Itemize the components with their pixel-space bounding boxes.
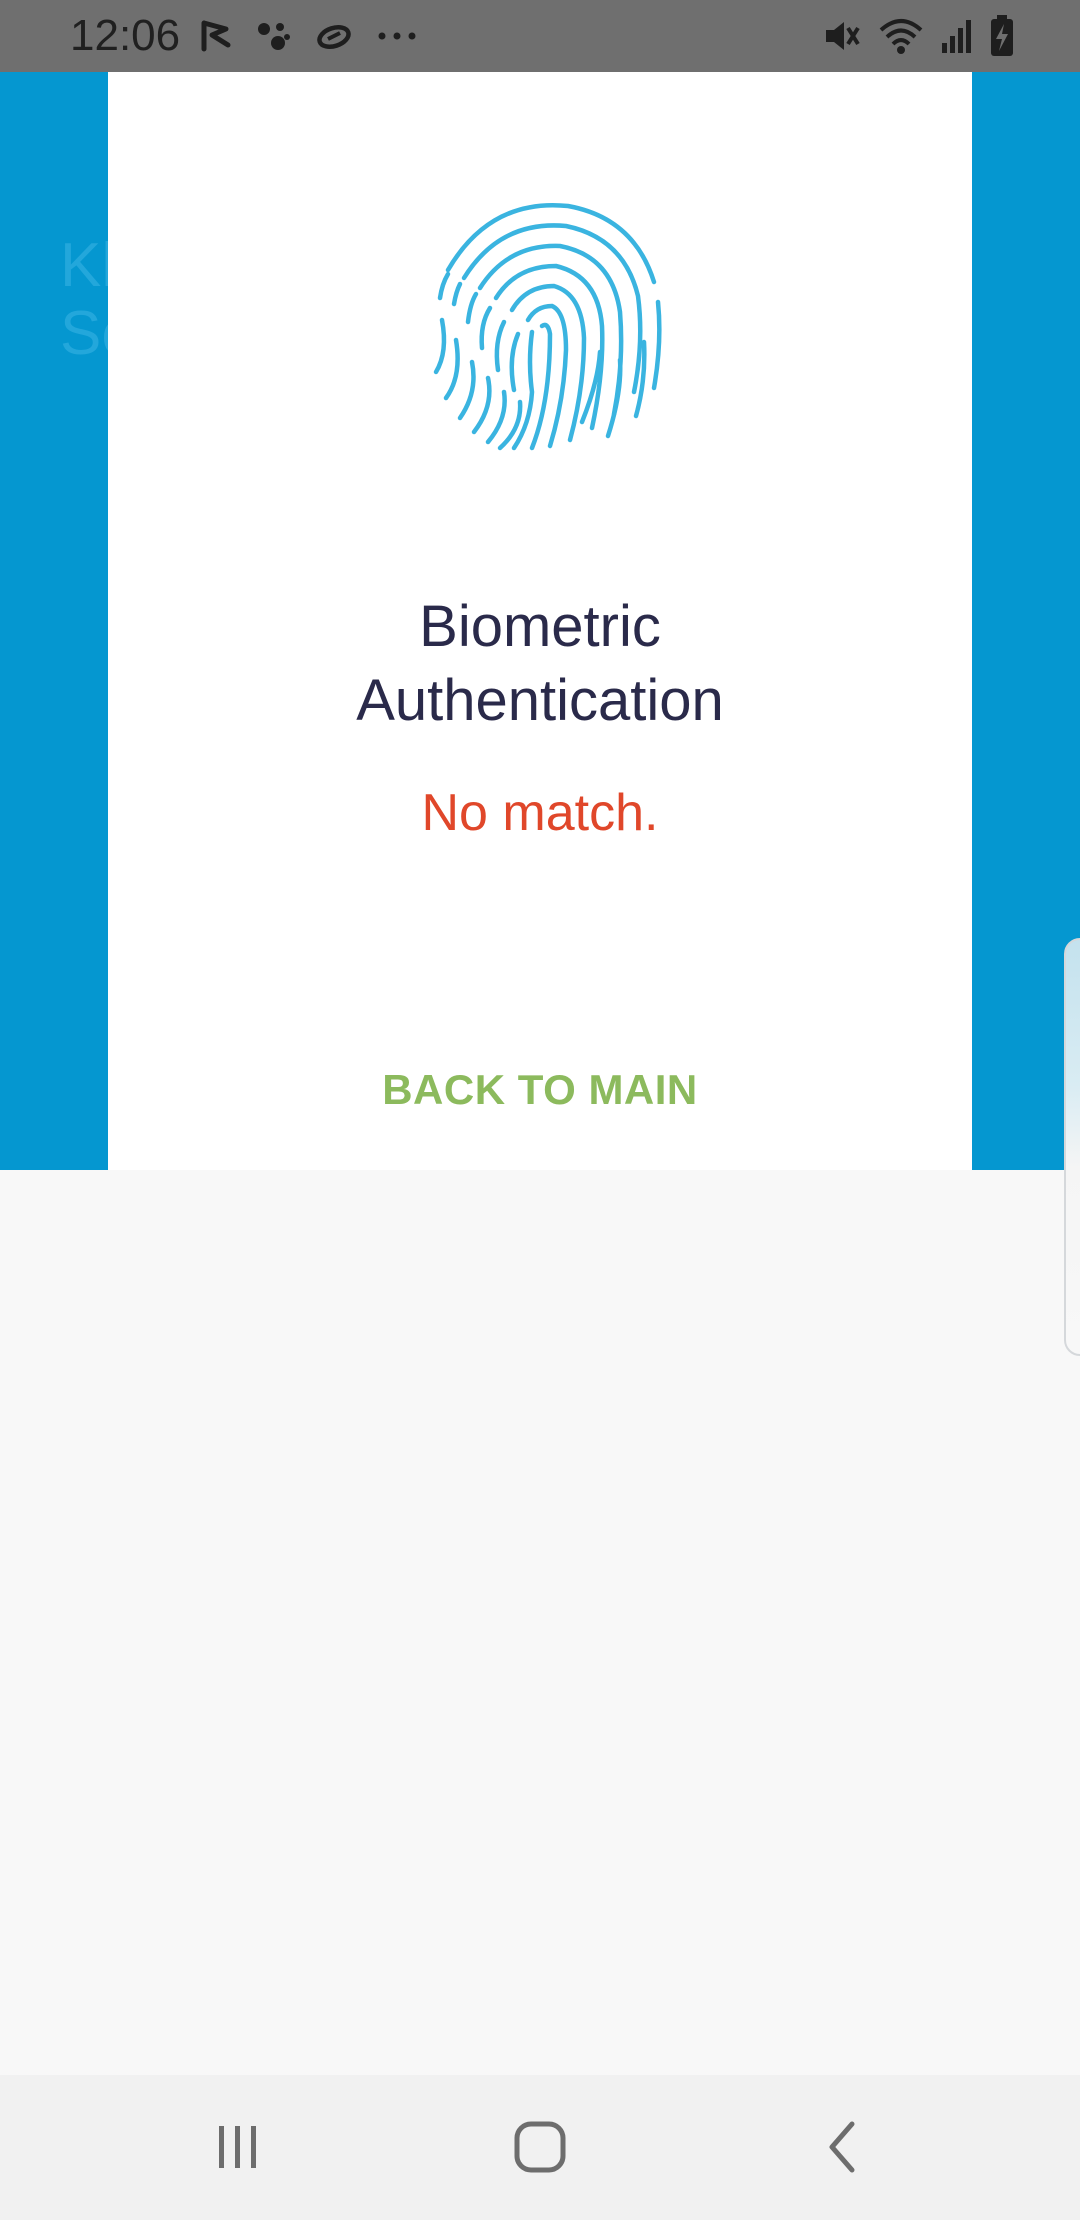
- dialog-status-message: No match.: [421, 784, 659, 842]
- back-icon: [829, 2121, 855, 2173]
- wifi-icon: [878, 16, 924, 56]
- home-button[interactable]: [480, 2097, 600, 2197]
- recent-apps-button[interactable]: [178, 2097, 298, 2197]
- check-flag-icon: [200, 19, 234, 53]
- screen: Kl Sc 12:06: [0, 0, 1080, 2220]
- recent-apps-icon: [219, 2126, 256, 2168]
- system-icons: [822, 14, 1014, 58]
- vibrate-mute-icon: [822, 16, 862, 56]
- more-notifications-icon: [376, 30, 418, 42]
- signal-bars-icon: [940, 17, 974, 55]
- sync-loop-icon: [314, 21, 354, 51]
- home-icon: [514, 2121, 566, 2173]
- navigation-bar: [0, 2075, 1080, 2220]
- dialog-title: Biometric Authentication: [356, 594, 724, 733]
- status-bar: 12:06: [0, 0, 1080, 72]
- battery-charging-icon: [990, 15, 1014, 57]
- back-button[interactable]: [782, 2097, 902, 2197]
- status-time: 12:06: [70, 11, 181, 60]
- assistant-dots-icon: [256, 19, 292, 53]
- notification-icons: [200, 14, 418, 58]
- edge-panel-handle[interactable]: [1064, 938, 1080, 1356]
- background-app-body: [0, 1170, 1080, 2075]
- fingerprint-icon: [433, 202, 662, 451]
- back-to-main-button[interactable]: BACK TO MAIN: [340, 1050, 740, 1130]
